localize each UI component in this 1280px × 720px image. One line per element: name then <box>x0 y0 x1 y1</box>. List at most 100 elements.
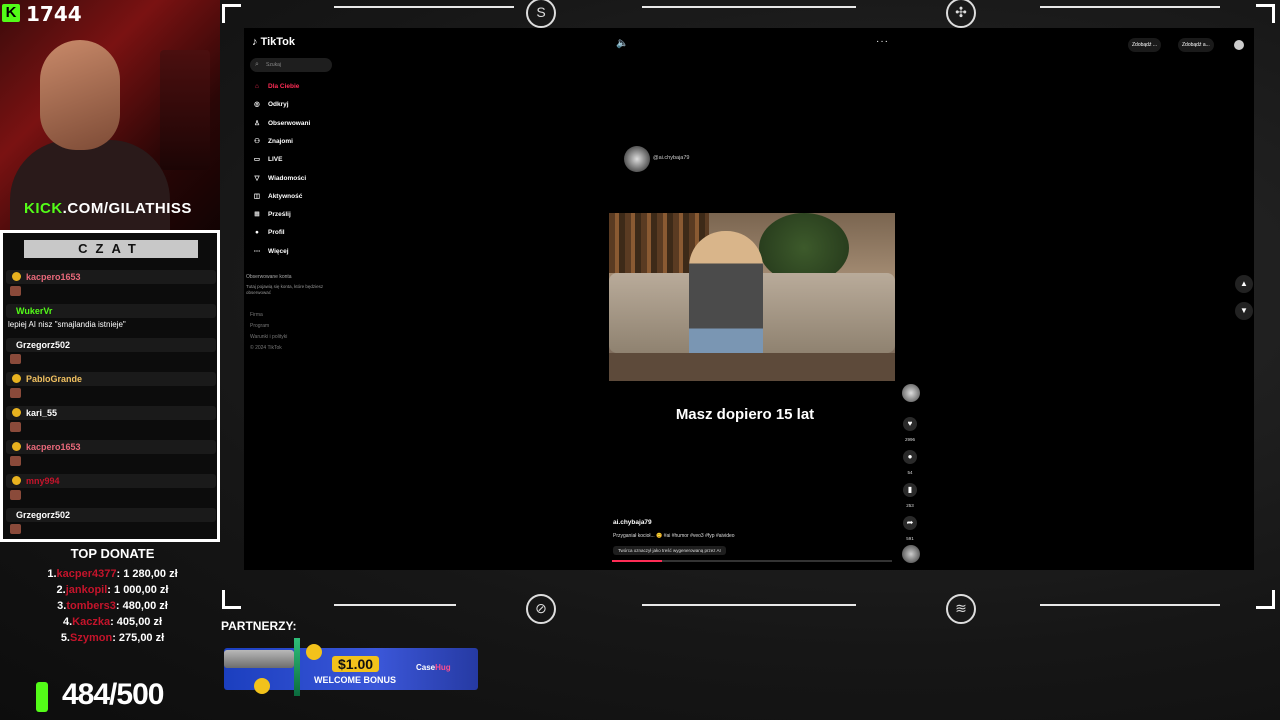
donate-entry: 1.kacper4377: 1 280,00 zł <box>0 568 225 580</box>
get-app-button[interactable]: Zdobądź a... <box>1178 38 1214 52</box>
music-disc-icon[interactable] <box>902 545 920 563</box>
sidebar-item-label: LIVE <box>268 156 283 164</box>
sidebar-item-dla-ciebie[interactable]: ⌂ Dla Ciebie <box>252 80 299 94</box>
sidebar-item-znajomi[interactable]: ⚇ Znajomi <box>252 135 293 149</box>
heart-icon[interactable]: ♥ <box>903 417 917 431</box>
subs-progress: 484/500 <box>62 678 164 711</box>
share-action[interactable]: ➦ 591 <box>900 516 920 541</box>
frame-line <box>1040 604 1220 606</box>
footer-link[interactable]: Firma <box>250 312 263 318</box>
chat-text: lepiej AI nisz "smajlandia istnieje" <box>8 320 126 329</box>
chevron-up-icon[interactable]: ▲ <box>1235 275 1253 293</box>
badge-icon <box>12 374 21 383</box>
emote-icon <box>10 286 21 296</box>
user-avatar[interactable] <box>1234 40 1244 50</box>
partners-label: PARTNERZY: <box>221 619 297 633</box>
creator-avatar[interactable] <box>902 384 920 402</box>
donate-rank: 1. <box>47 568 57 580</box>
kick-url-prefix: KICK <box>24 200 63 217</box>
frame-corner <box>1256 4 1275 23</box>
sponsor-banner[interactable]: $1.00 WELCOME BONUS CaseHug <box>224 638 478 696</box>
volume-icon[interactable]: 🔈 <box>616 38 628 49</box>
more-options-icon[interactable]: ··· <box>876 36 889 47</box>
action-count: 591 <box>906 536 914 541</box>
frame-corner <box>1256 590 1275 609</box>
sidebar-item-aktywno-[interactable]: ◫ Aktywność <box>252 190 302 204</box>
coin-icon <box>306 644 322 660</box>
heart-action[interactable]: ♥ 2996 <box>900 417 920 442</box>
sidebar-item-label: Prześlij <box>268 211 291 219</box>
sidebar-item-label: Więcej <box>268 247 289 255</box>
chat-message: kari_55 <box>6 406 216 436</box>
activity-icon: ◫ <box>253 192 261 200</box>
chevron-down-icon[interactable]: ▼ <box>1235 302 1253 320</box>
chat-message: kacpero1653 <box>6 440 216 470</box>
compass-icon: ◎ <box>254 101 260 109</box>
video-author[interactable]: ai.chybaja79 <box>613 519 652 526</box>
get-coins-button[interactable]: Zdobądź ... <box>1128 38 1162 52</box>
footer-link: © 2024 TikTok <box>250 345 282 351</box>
sidebar-item-prze-lij[interactable]: ⊞ Prześlij <box>252 208 291 222</box>
footer-link[interactable]: Program <box>250 323 269 329</box>
sponsor-bonus: WELCOME BONUS <box>314 675 396 685</box>
author-avatar[interactable] <box>624 146 650 172</box>
bookmark-action[interactable]: ▮ 253 <box>900 483 920 508</box>
sidebar-item-wiadomo-ci[interactable]: ▽ Wiadomości <box>252 172 307 186</box>
emote-icon <box>10 524 21 534</box>
more-icon: ⋯ <box>253 247 261 255</box>
sponsor-brand-b: Hug <box>435 663 451 672</box>
donor-name: Szymon <box>70 632 113 644</box>
frame-line <box>642 6 856 8</box>
footer-link[interactable]: Warunki i polityki <box>250 334 287 340</box>
sidebar-item-odkryj[interactable]: ◎ Odkryj <box>252 98 288 112</box>
background-shelf <box>160 50 210 170</box>
chat-message: Grzegorz502 <box>6 508 216 538</box>
sidebar-item-live[interactable]: ▭ LIVE <box>252 153 283 167</box>
comment-icon[interactable]: ● <box>903 450 917 464</box>
emote-icon <box>10 490 21 500</box>
live-icon: ▭ <box>253 156 261 164</box>
tiktok-logo[interactable]: ♪ TikTok <box>252 36 295 48</box>
top-donate-title: TOP DONATE <box>70 546 155 561</box>
upload-icon: ⊞ <box>254 211 260 219</box>
sidebar-item-obserwowani[interactable]: ♙ Obserwowani <box>252 117 310 131</box>
chat-username: WukerVr <box>16 306 53 316</box>
donate-rank: 5. <box>60 632 70 644</box>
user-follow-icon: ♙ <box>254 119 260 127</box>
badge-icon <box>12 408 21 417</box>
home-icon: ⌂ <box>255 83 259 90</box>
sidebar-item-label: Aktywność <box>268 192 303 200</box>
donor-name: Kaczka <box>72 616 111 628</box>
sidebar-item-label: Obserwowani <box>268 119 311 127</box>
chat-username: kari_55 <box>26 408 58 418</box>
donor-name: tombers3 <box>66 600 116 612</box>
video-description: Przyganiał kocioł... 😊 #ai #humor #veo3 … <box>613 533 735 539</box>
followed-accounts-title: Obserwowane konta <box>246 274 292 280</box>
sidebar-item-label: Wiadomości <box>268 174 307 182</box>
kick-url-rest: .COM/GILATHISS <box>62 200 192 217</box>
frame-line <box>1040 6 1220 8</box>
sidebar-item-wi-cej[interactable]: ⋯ Więcej <box>252 245 289 259</box>
emote-icon <box>10 456 21 466</box>
search-input[interactable]: ⌕ Szukaj <box>250 58 332 72</box>
chat-username: kacpero1653 <box>26 272 81 282</box>
author-handle[interactable]: @ai.chybaja79 <box>653 155 689 161</box>
tiktok-window: ♪ TikTok ⌕ Szukaj ⌂ Dla Ciebie ◎ Odkryj ♙ Obs… <box>244 28 1254 570</box>
sponsor-brand: CaseHug <box>416 663 451 672</box>
donate-rank: 3. <box>57 600 67 612</box>
donate-rank: 2. <box>56 584 66 596</box>
donate-amount: : 480,00 zł <box>115 600 168 612</box>
video-player[interactable] <box>609 213 895 381</box>
chat-username: mny994 <box>26 476 60 486</box>
frame-line <box>642 604 856 606</box>
badge-icon <box>12 442 21 451</box>
donate-amount: : 275,00 zł <box>112 632 165 644</box>
sidebar-item-profil[interactable]: ● Profil <box>252 226 285 240</box>
share-icon[interactable]: ➦ <box>903 516 917 530</box>
bookmark-icon[interactable]: ▮ <box>903 483 917 497</box>
tiktok-logo-text: TikTok <box>260 36 295 48</box>
sponsor-logo-icon: ⊘ <box>526 594 556 624</box>
comment-action[interactable]: ● 54 <box>900 450 920 475</box>
chat-username: kacpero1653 <box>26 442 81 452</box>
get-coins-label: Zdobądź ... <box>1132 42 1158 48</box>
